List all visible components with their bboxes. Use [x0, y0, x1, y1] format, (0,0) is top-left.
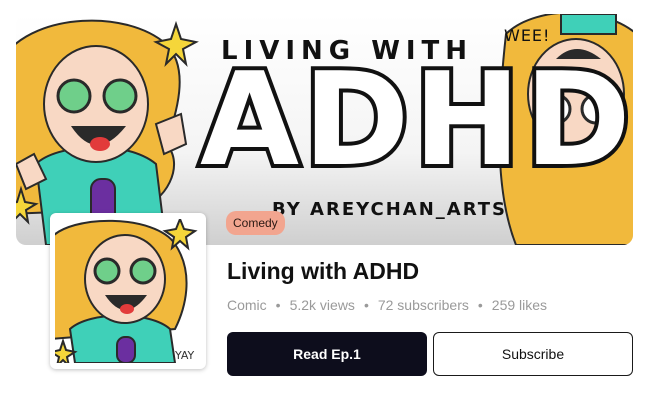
series-banner: LIVING WITH ADHD BY AREYCHAN_ARTS WEE!	[16, 14, 633, 245]
series-stats: Comic • 5.2k views • 72 subscribers • 25…	[227, 297, 547, 313]
stat-separator: •	[363, 297, 369, 313]
stat-subscribers: 72 subscribers	[377, 297, 469, 313]
stat-separator: •	[275, 297, 281, 313]
read-first-episode-button[interactable]: Read Ep.1	[227, 332, 427, 376]
banner-exclaim: WEE!	[504, 26, 551, 45]
stat-separator: •	[477, 297, 483, 313]
subscribe-button[interactable]: Subscribe	[433, 332, 633, 376]
stat-format: Comic	[227, 297, 267, 313]
stat-views: 5.2k views	[289, 297, 355, 313]
thumbnail-corner-text: YAY	[174, 349, 195, 362]
banner-title-art: ADHD	[196, 46, 633, 195]
banner-credit: BY AREYCHAN_ARTS	[272, 199, 508, 220]
stat-likes: 259 likes	[491, 297, 548, 313]
series-title: Living with ADHD	[227, 258, 420, 284]
series-thumbnail[interactable]: YAY	[50, 213, 206, 369]
thumbnail-illustration: YAY	[55, 219, 198, 363]
genre-badge[interactable]: Comedy	[226, 211, 285, 235]
